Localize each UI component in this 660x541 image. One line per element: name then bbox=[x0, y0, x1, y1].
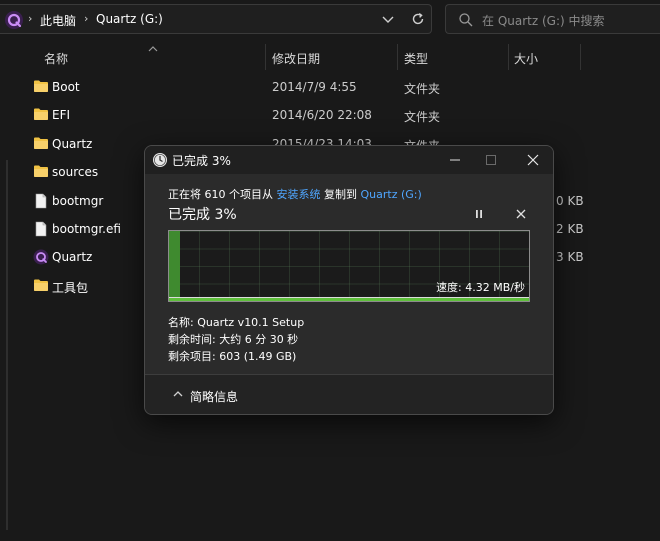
search-icon bbox=[458, 12, 474, 31]
copy-info-line: 正在将 610 个项目从 安装系统 复制到 Quartz (G:) bbox=[168, 186, 422, 202]
file-size: 3 KB bbox=[556, 250, 584, 265]
copy-progress-dialog: 已完成 3% 正在将 610 个项目从 安装系统 复制到 Quartz (G:)… bbox=[144, 145, 554, 415]
quartz-drive-icon bbox=[4, 10, 24, 33]
cancel-button[interactable] bbox=[513, 206, 529, 222]
folder-icon bbox=[33, 164, 49, 181]
column-header-modified[interactable]: 修改日期 bbox=[272, 50, 320, 67]
file-icon bbox=[33, 221, 49, 240]
column-header-name[interactable]: 名称 bbox=[44, 50, 68, 67]
file-name: Quartz bbox=[52, 250, 93, 265]
file-name: sources bbox=[52, 165, 99, 180]
dialog-title: 已完成 3% bbox=[172, 154, 231, 168]
search-input[interactable]: 在 Quartz (G:) 中搜索 bbox=[445, 4, 660, 34]
file-date: 2014/7/9 4:55 bbox=[272, 80, 357, 94]
address-bar[interactable]: › 此电脑 › Quartz (G:) bbox=[0, 4, 432, 34]
chevron-up-icon[interactable] bbox=[172, 388, 184, 403]
breadcrumb-drive[interactable]: Quartz (G:) bbox=[96, 12, 163, 26]
items-remaining-line: 剩余项目: 603 (1.49 GB) bbox=[168, 350, 297, 363]
fewer-details-button[interactable]: 简略信息 bbox=[190, 388, 238, 405]
file-name: 工具包 bbox=[52, 280, 89, 295]
file-size: 0 KB bbox=[556, 193, 584, 208]
column-header-type[interactable]: 类型 bbox=[404, 50, 428, 67]
file-size: 2 KB bbox=[556, 222, 584, 236]
refresh-icon[interactable] bbox=[409, 10, 427, 28]
folder-icon bbox=[33, 278, 49, 295]
file-type: 文件夹 bbox=[404, 82, 441, 96]
percent-complete-label: 已完成 3% bbox=[168, 207, 237, 223]
close-button[interactable] bbox=[519, 148, 547, 172]
speed-label: 速度: 4.32 MB/秒 bbox=[436, 281, 525, 294]
chevron-down-icon[interactable] bbox=[380, 11, 396, 27]
copy-source-link[interactable]: 安装系统 bbox=[277, 188, 321, 201]
copy-destination-link[interactable]: Quartz (G:) bbox=[361, 188, 422, 201]
maximize-button bbox=[477, 148, 505, 172]
file-name: EFI bbox=[52, 108, 71, 123]
transfer-speed-graph: 速度: 4.32 MB/秒 bbox=[168, 230, 530, 302]
search-placeholder: 在 Quartz (G:) 中搜索 bbox=[482, 14, 605, 28]
file-date: 2014/6/20 22:08 bbox=[272, 108, 372, 123]
column-divider[interactable] bbox=[397, 44, 398, 70]
folder-icon bbox=[33, 136, 49, 153]
folder-icon bbox=[33, 79, 49, 96]
breadcrumb-this-pc[interactable]: 此电脑 bbox=[40, 12, 76, 29]
copy-info-prefix: 正在将 610 个项目从 bbox=[168, 188, 273, 201]
quartz-app-icon bbox=[33, 249, 49, 268]
copy-info-mid: 复制到 bbox=[324, 188, 357, 201]
file-row[interactable]: EFI 2014/6/20 22:08 文件夹 bbox=[0, 101, 660, 129]
file-icon bbox=[33, 193, 49, 212]
file-name-line: 名称: Quartz v10.1 Setup bbox=[168, 316, 305, 329]
column-header-size[interactable]: 大小 bbox=[514, 50, 538, 67]
file-row[interactable]: Boot 2014/7/9 4:55 文件夹 bbox=[0, 73, 660, 101]
sort-ascending-icon bbox=[148, 42, 158, 56]
clock-icon bbox=[152, 152, 168, 171]
progress-fill bbox=[169, 231, 180, 301]
speed-line bbox=[169, 297, 529, 298]
column-divider[interactable] bbox=[265, 44, 266, 70]
column-divider[interactable] bbox=[580, 44, 581, 70]
file-name: bootmgr bbox=[52, 193, 104, 208]
time-remaining-line: 剩余时间: 大约 6 分 30 秒 bbox=[168, 333, 299, 346]
file-name: Quartz bbox=[52, 136, 93, 151]
pause-button[interactable] bbox=[471, 206, 487, 222]
column-divider[interactable] bbox=[508, 44, 509, 70]
file-type: 文件夹 bbox=[404, 110, 441, 125]
file-name: Boot bbox=[52, 80, 80, 94]
breadcrumb-separator-icon: › bbox=[28, 12, 33, 25]
minimize-button[interactable] bbox=[441, 148, 469, 172]
file-name: bootmgr.efi bbox=[52, 222, 121, 236]
breadcrumb-separator-icon: › bbox=[84, 12, 89, 25]
folder-icon bbox=[33, 107, 49, 124]
progress-base bbox=[169, 298, 529, 301]
